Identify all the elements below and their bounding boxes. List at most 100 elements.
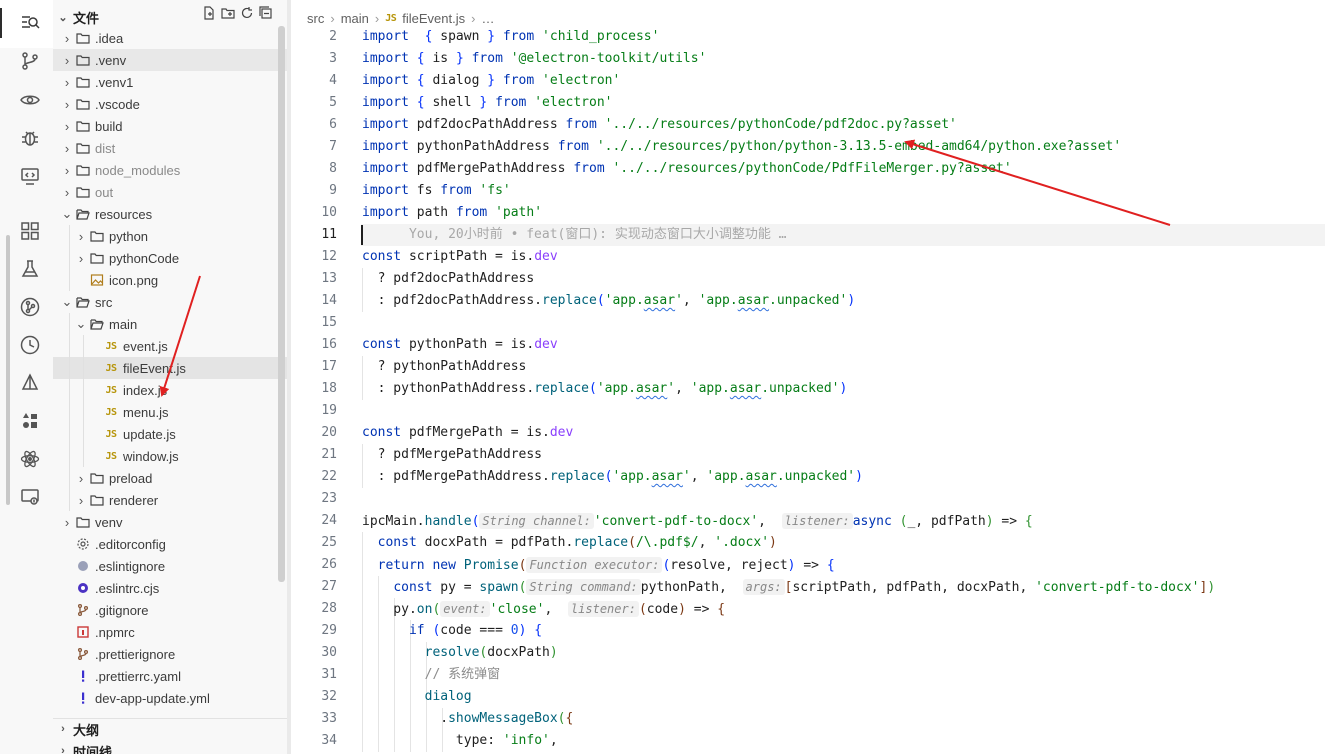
tree-file[interactable]: JS event.js (53, 335, 287, 357)
code-line[interactable]: const docxPath = pdfPath.replace(/\.pdf$… (362, 532, 777, 554)
code-line[interactable]: : pdfMergePathAddress.replace('app.asar'… (362, 466, 863, 488)
code-line[interactable]: import { shell } from 'electron' (362, 92, 613, 114)
breadcrumb-item[interactable]: fileEvent.js (402, 11, 465, 26)
outline-section-header[interactable]: › 大纲 (53, 718, 287, 740)
tree-file[interactable]: JS menu.js (53, 401, 287, 423)
tree-folder[interactable]: › python (53, 225, 287, 247)
line-number[interactable]: 4 (291, 70, 337, 92)
line-number[interactable]: 31 (291, 664, 337, 686)
tree-folder[interactable]: › .venv1 (53, 71, 287, 93)
line-number[interactable]: 7 (291, 136, 337, 158)
code-line[interactable]: import { is } from '@electron-toolkit/ut… (362, 48, 706, 70)
line-number[interactable]: 33 (291, 708, 337, 730)
line-number[interactable]: 24 (291, 510, 337, 532)
line-number[interactable]: 5 (291, 92, 337, 114)
code-line[interactable]: You, 20小时前 • feat(窗口): 实现动态窗口大小调整功能 … (362, 224, 787, 246)
code-line[interactable]: if (code === 0) { (362, 620, 542, 642)
tree-folder[interactable]: › build (53, 115, 287, 137)
tree-file[interactable]: .gitignore (53, 599, 287, 621)
breadcrumb-item[interactable]: … (481, 11, 494, 26)
line-number[interactable]: 29 (291, 620, 337, 642)
code-line[interactable]: ? pythonPathAddress (362, 356, 527, 378)
line-number[interactable]: 32 (291, 686, 337, 708)
tree-file[interactable]: dev-app-update.yml (53, 687, 287, 709)
line-number[interactable]: 23 (291, 488, 337, 510)
code-line[interactable]: dialog (362, 686, 472, 708)
code-line[interactable]: type: 'info', (362, 730, 558, 752)
new-folder-icon[interactable] (221, 6, 235, 23)
timeline-section-header[interactable]: › 时间线 (53, 740, 287, 754)
line-number[interactable]: 21 (291, 444, 337, 466)
eye-icon[interactable] (19, 89, 41, 111)
code-line[interactable]: import fs from 'fs' (362, 180, 511, 202)
tree-file[interactable]: icon.png (53, 269, 287, 291)
tree-folder[interactable]: › pythonCode (53, 247, 287, 269)
tree-folder[interactable]: › venv (53, 511, 287, 533)
source-control-icon[interactable] (19, 50, 41, 72)
code-line[interactable]: return new Promise(Function executor: (re… (362, 554, 835, 576)
code-line[interactable]: .showMessageBox({ (362, 708, 573, 730)
line-number[interactable]: 22 (291, 466, 337, 488)
line-number[interactable]: 8 (291, 158, 337, 180)
line-number[interactable]: 11 (291, 224, 337, 246)
tree-folder[interactable]: › out (53, 181, 287, 203)
refresh-icon[interactable] (240, 6, 254, 23)
line-number[interactable]: 18 (291, 378, 337, 400)
code-area[interactable]: 2 import { spawn } from 'child_process' 3 i… (291, 26, 1325, 754)
line-number[interactable]: 25 (291, 532, 337, 554)
new-file-icon[interactable] (202, 6, 216, 23)
components-icon[interactable] (19, 410, 41, 432)
code-line[interactable]: : pythonPathAddress.replace('app.asar', … (362, 378, 848, 400)
code-line[interactable]: resolve(docxPath) (362, 642, 558, 664)
code-line[interactable]: const py = spawn(String command: pythonPa… (362, 576, 1215, 598)
code-line[interactable]: import { dialog } from 'electron' (362, 70, 620, 92)
code-line[interactable]: import pdfMergePathAddress from '../../r… (362, 158, 1012, 180)
line-number[interactable]: 17 (291, 356, 337, 378)
line-number[interactable]: 16 (291, 334, 337, 356)
line-number[interactable]: 28 (291, 598, 337, 620)
tree-file[interactable]: .eslintrc.cjs (53, 577, 287, 599)
collapse-all-icon[interactable] (259, 6, 273, 23)
git-graph-icon[interactable] (19, 296, 41, 318)
line-number[interactable]: 2 (291, 26, 337, 48)
line-number[interactable]: 12 (291, 246, 337, 268)
tree-folder[interactable]: › .venv (53, 49, 287, 71)
line-number[interactable]: 15 (291, 312, 337, 334)
react-atom-icon[interactable] (19, 448, 41, 470)
extensions-icon[interactable] (19, 220, 41, 242)
line-number[interactable]: 14 (291, 290, 337, 312)
sidebar-scrollbar[interactable] (278, 26, 285, 582)
search-icon[interactable] (19, 12, 41, 34)
tree-folder[interactable]: ⌄ src (53, 291, 287, 313)
code-line[interactable]: import pythonPathAddress from '../../res… (362, 136, 1121, 158)
code-line[interactable]: import path from 'path' (362, 202, 542, 224)
tree-folder[interactable]: › renderer (53, 489, 287, 511)
breadcrumb-item[interactable]: main (341, 11, 369, 26)
line-number[interactable]: 34 (291, 730, 337, 752)
line-number[interactable]: 13 (291, 268, 337, 290)
tree-folder[interactable]: ⌄ main (53, 313, 287, 335)
code-line[interactable]: import { spawn } from 'child_process' (362, 26, 659, 48)
code-line[interactable]: const pythonPath = is.dev (362, 334, 558, 356)
tree-folder[interactable]: › .vscode (53, 93, 287, 115)
line-number[interactable]: 9 (291, 180, 337, 202)
tree-file[interactable]: .editorconfig (53, 533, 287, 555)
code-line[interactable]: py.on(event:'close', listener: (code) => … (362, 598, 725, 620)
code-line[interactable]: ? pdfMergePathAddress (362, 444, 542, 466)
tree-file[interactable]: .npmrc (53, 621, 287, 643)
code-line[interactable]: : pdf2docPathAddress.replace('app.asar',… (362, 290, 856, 312)
code-line[interactable]: ? pdf2docPathAddress (362, 268, 535, 290)
tree-folder[interactable]: ⌄ resources (53, 203, 287, 225)
line-number[interactable]: 20 (291, 422, 337, 444)
tree-file[interactable]: .eslintignore (53, 555, 287, 577)
history-icon[interactable] (19, 334, 41, 356)
remote-icon[interactable] (19, 165, 41, 187)
line-number[interactable]: 6 (291, 114, 337, 136)
line-number[interactable]: 27 (291, 576, 337, 598)
line-number[interactable]: 26 (291, 554, 337, 576)
code-line[interactable]: const pdfMergePath = is.dev (362, 422, 573, 444)
tree-file[interactable]: JS window.js (53, 445, 287, 467)
line-number[interactable]: 10 (291, 202, 337, 224)
code-line[interactable]: import pdf2docPathAddress from '../../re… (362, 114, 957, 136)
breadcrumb-item[interactable]: src (307, 11, 324, 26)
